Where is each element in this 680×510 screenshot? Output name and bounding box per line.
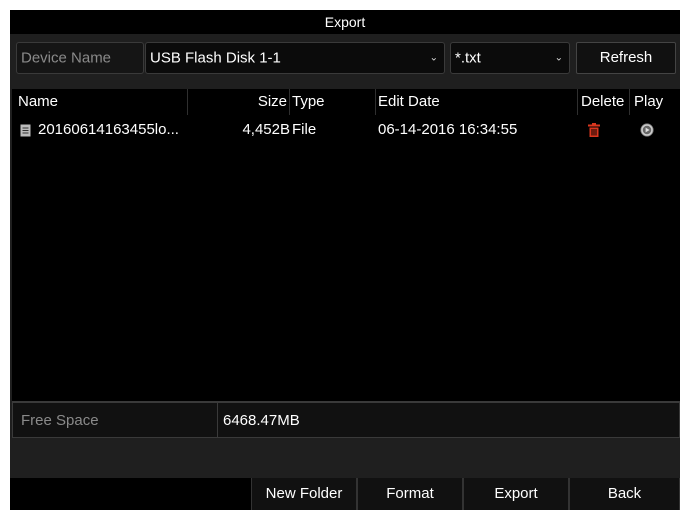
file-edit-date: 06-14-2016 16:34:55 bbox=[378, 121, 518, 138]
file-table-header: Name Size Type Edit Date Delete Play bbox=[12, 89, 680, 115]
column-header-edit-date[interactable]: Edit Date bbox=[376, 89, 578, 115]
column-header-name[interactable]: Name bbox=[12, 89, 188, 115]
back-button[interactable]: Back bbox=[569, 478, 680, 510]
bottom-button-bar: New Folder Format Export Back bbox=[10, 478, 680, 510]
chevron-down-icon: ⌄ bbox=[429, 52, 438, 64]
table-row[interactable]: 20160614163455lo... 4,452B File 06-14-20… bbox=[12, 115, 680, 145]
dialog-title: Export bbox=[10, 10, 680, 34]
format-button[interactable]: Format bbox=[357, 478, 463, 510]
divider bbox=[217, 403, 218, 437]
free-space-label: Free Space bbox=[21, 412, 99, 429]
device-name-label-box: Device Name bbox=[16, 42, 144, 74]
free-space-bar: Free Space 6468.47MB bbox=[12, 402, 680, 438]
new-folder-button[interactable]: New Folder bbox=[251, 478, 357, 510]
file-type: File bbox=[292, 121, 317, 138]
device-name-label: Device Name bbox=[21, 49, 112, 67]
file-list: 20160614163455lo... 4,452B File 06-14-20… bbox=[12, 115, 680, 402]
trash-icon[interactable] bbox=[588, 115, 608, 145]
column-header-size[interactable]: Size bbox=[188, 89, 290, 115]
file-filter-value: *.txt bbox=[455, 49, 481, 67]
chevron-down-icon: ⌄ bbox=[554, 52, 563, 64]
file-name: 20160614163455lo... bbox=[38, 121, 179, 138]
device-select[interactable]: USB Flash Disk 1-1 ⌄ bbox=[145, 42, 445, 74]
file-size: 4,452B bbox=[242, 121, 290, 138]
column-header-type[interactable]: Type bbox=[290, 89, 376, 115]
file-filter-select[interactable]: *.txt ⌄ bbox=[450, 42, 570, 74]
device-row: Device Name USB Flash Disk 1-1 ⌄ *.txt ⌄… bbox=[10, 42, 680, 76]
play-circle-icon[interactable] bbox=[640, 115, 660, 145]
device-select-value: USB Flash Disk 1-1 bbox=[150, 49, 281, 67]
free-space-value: 6468.47MB bbox=[223, 412, 300, 429]
column-header-delete: Delete bbox=[578, 89, 630, 115]
file-icon bbox=[20, 115, 34, 145]
export-button[interactable]: Export bbox=[463, 478, 569, 510]
column-header-play: Play bbox=[634, 93, 664, 110]
export-dialog: Export Device Name USB Flash Disk 1-1 ⌄ … bbox=[10, 10, 680, 510]
refresh-button[interactable]: Refresh bbox=[576, 42, 676, 74]
